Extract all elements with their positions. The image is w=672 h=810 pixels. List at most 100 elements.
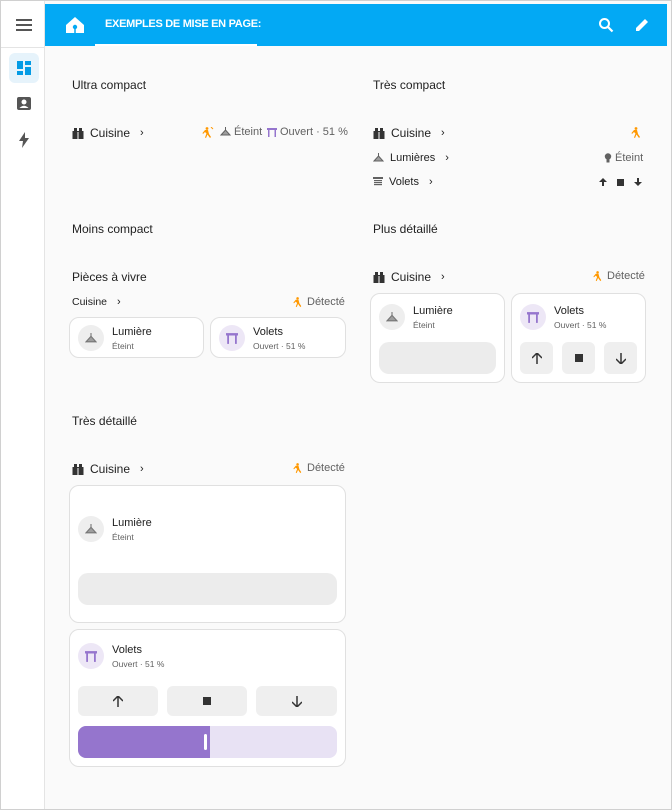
ceiling-light-icon[interactable] xyxy=(78,325,104,351)
area-header-tres-compact[interactable]: Cuisine › xyxy=(373,126,445,140)
chevron-right-icon: › xyxy=(441,271,445,283)
lights-row[interactable]: Lumières › xyxy=(373,152,449,164)
entity-name: Volets xyxy=(253,326,283,338)
sidebar-item-energy[interactable] xyxy=(9,125,39,155)
entity-state: Ouvert · 51 % xyxy=(554,320,607,330)
stop-cover-button[interactable] xyxy=(167,686,247,716)
light-card-large[interactable]: Lumière Éteint xyxy=(69,485,346,623)
light-card[interactable]: Lumière Éteint xyxy=(370,293,505,383)
brightness-slider[interactable] xyxy=(379,342,496,374)
blinds-open-icon[interactable] xyxy=(520,304,546,330)
chevron-right-icon: › xyxy=(140,463,144,475)
entity-name: Volets xyxy=(554,305,584,317)
dashboard-main: Ultra compact Cuisine › Éteint Ouvert · … xyxy=(46,46,667,808)
lights-label: Lumières xyxy=(390,152,436,164)
arrow-down-icon xyxy=(615,352,626,364)
lightning-icon xyxy=(19,132,29,148)
cover-tile[interactable]: Volets Ouvert · 51 % xyxy=(210,317,346,358)
area-name: Cuisine xyxy=(90,462,131,476)
motion-badge[interactable] xyxy=(631,126,643,144)
area-name: Cuisine xyxy=(391,126,432,140)
kitchen-icon xyxy=(373,271,385,283)
entity-state: Éteint xyxy=(112,341,134,351)
section-title-moins-compact: Moins compact xyxy=(72,222,153,236)
search-icon[interactable] xyxy=(595,14,617,36)
motion-badge[interactable]: Détecté xyxy=(293,462,345,474)
window-shutter-icon xyxy=(373,177,383,186)
motion-badge[interactable]: Détecté xyxy=(293,296,345,308)
lights-badge[interactable]: Éteint xyxy=(220,126,262,138)
area-name: Cuisine xyxy=(391,270,432,284)
stop-icon xyxy=(203,697,211,705)
entity-state: Éteint xyxy=(413,320,435,330)
motion-badge[interactable]: Détecté xyxy=(593,270,645,282)
chevron-right-icon: › xyxy=(117,296,121,308)
sidebar-divider xyxy=(1,47,44,48)
covers-label: Volets xyxy=(389,176,419,188)
brightness-slider[interactable] xyxy=(78,573,337,605)
cover-card[interactable]: Volets Ouvert · 51 % xyxy=(511,293,646,383)
motion-sensor-icon xyxy=(293,462,302,473)
area-name: Cuisine xyxy=(90,126,131,140)
entity-name: Volets xyxy=(112,644,142,656)
home-assistant-logo-icon xyxy=(65,16,85,34)
chevron-right-icon: › xyxy=(140,127,144,139)
arrow-up-icon xyxy=(113,695,123,707)
position-slider-fill xyxy=(78,726,210,758)
chevron-right-icon: › xyxy=(428,176,433,188)
position-slider[interactable] xyxy=(78,726,337,758)
covers-badge[interactable]: Ouvert · 51 % xyxy=(267,126,348,138)
blinds-open-icon[interactable] xyxy=(78,643,104,669)
stop-cover-button[interactable] xyxy=(562,342,595,374)
arrow-up-icon[interactable] xyxy=(599,178,607,186)
area-header-plus[interactable]: Cuisine › xyxy=(373,270,445,284)
area-name: Cuisine xyxy=(72,296,108,308)
sidebar-item-profile[interactable] xyxy=(9,89,39,119)
ceiling-light-icon xyxy=(220,127,231,136)
pencil-icon[interactable] xyxy=(631,14,653,36)
arrow-down-icon[interactable] xyxy=(634,178,642,186)
cover-card-large[interactable]: Volets Ouvert · 51 % xyxy=(69,629,346,767)
section-title-tres-compact: Très compact xyxy=(373,78,446,92)
chevron-right-icon: › xyxy=(441,127,445,139)
stop-icon xyxy=(574,354,583,362)
entity-state: Ouvert · 51 % xyxy=(112,659,165,669)
entity-state: Éteint xyxy=(112,532,134,542)
ceiling-light-icon[interactable] xyxy=(379,304,405,330)
arrow-up-icon xyxy=(531,352,542,364)
lightbulb-icon xyxy=(604,153,612,163)
blinds-open-icon xyxy=(267,127,277,137)
section-title-plus-detaille: Plus détaillé xyxy=(373,222,438,236)
entity-name: Lumière xyxy=(112,517,152,529)
chevron-right-icon: › xyxy=(445,152,449,164)
position-slider-handle[interactable] xyxy=(204,734,207,750)
motion-badge[interactable] xyxy=(202,126,214,144)
account-box-icon xyxy=(17,97,31,110)
entity-name: Lumière xyxy=(413,305,453,317)
menu-icon[interactable] xyxy=(9,10,39,40)
sidebar-item-dashboard[interactable] xyxy=(9,53,39,83)
open-cover-button[interactable] xyxy=(520,342,553,374)
ceiling-light-icon xyxy=(373,153,384,162)
stop-icon[interactable] xyxy=(617,178,624,186)
section-title-tres-detaille: Très détaillé xyxy=(72,414,137,428)
light-tile[interactable]: Lumière Éteint xyxy=(69,317,204,358)
entity-state: Ouvert · 51 % xyxy=(253,341,306,351)
lights-state-badge: Éteint xyxy=(604,152,643,164)
ceiling-light-icon[interactable] xyxy=(78,516,104,542)
cover-controls-mini xyxy=(599,178,642,186)
covers-row[interactable]: Volets › xyxy=(373,176,433,188)
open-cover-button[interactable] xyxy=(78,686,158,716)
kitchen-icon xyxy=(72,463,84,475)
motion-state: Détecté xyxy=(307,462,345,474)
motion-sensor-icon xyxy=(293,296,302,307)
area-header-moins[interactable]: Cuisine › xyxy=(72,296,121,308)
kitchen-icon xyxy=(72,127,84,139)
area-header-ultra[interactable]: Cuisine › xyxy=(72,126,144,140)
page-title[interactable]: EXEMPLES DE MISE EN PAGE: xyxy=(105,18,261,30)
close-cover-button[interactable] xyxy=(604,342,637,374)
group-title: Pièces à vivre xyxy=(72,270,147,284)
close-cover-button[interactable] xyxy=(256,686,337,716)
area-header-tres-detaille[interactable]: Cuisine › xyxy=(72,462,144,476)
blinds-open-icon[interactable] xyxy=(219,325,245,351)
